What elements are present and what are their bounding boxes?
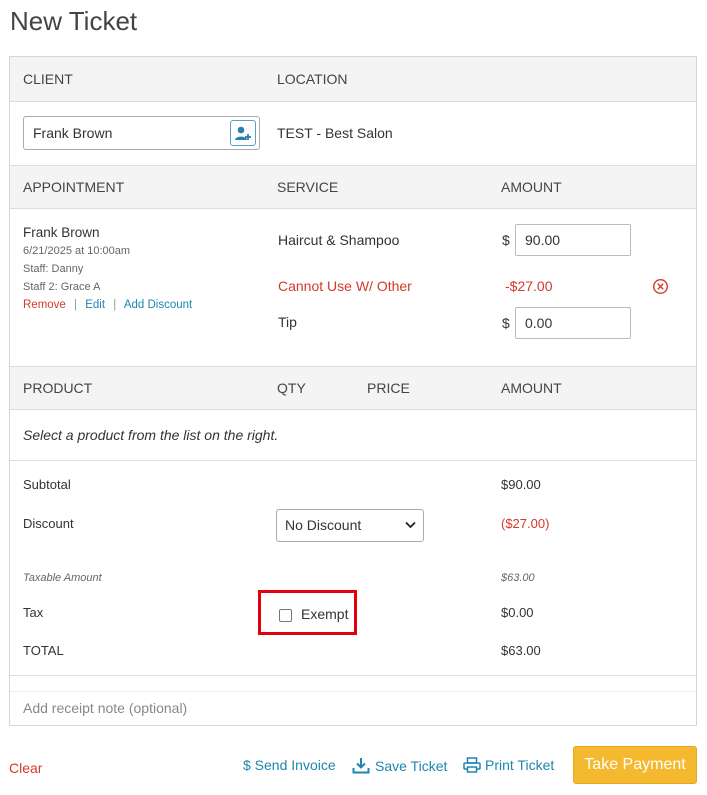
ticket-card: CLIENT LOCATION Frank Brown TEST - Best … bbox=[9, 56, 697, 726]
product-header-row: PRODUCT QTY PRICE AMOUNT bbox=[10, 366, 696, 410]
appointment-datetime: 6/21/2025 at 10:00am bbox=[23, 245, 131, 257]
clear-link[interactable]: Clear bbox=[9, 760, 42, 776]
price-header: PRICE bbox=[367, 380, 410, 396]
taxable-amount-label: Taxable Amount bbox=[23, 572, 102, 584]
receipt-note-input[interactable]: Add receipt note (optional) bbox=[23, 700, 187, 716]
service-name: Haircut & Shampoo bbox=[278, 232, 400, 248]
subtotal-value: $90.00 bbox=[501, 477, 541, 492]
product-header: PRODUCT bbox=[23, 380, 93, 396]
tip-label: Tip bbox=[278, 314, 297, 330]
page-title: New Ticket bbox=[10, 6, 138, 36]
service-currency: $ bbox=[502, 232, 510, 248]
remove-link[interactable]: Remove bbox=[23, 299, 66, 311]
printer-icon bbox=[463, 757, 481, 773]
appointment-staff2: Staff 2: Grace A bbox=[23, 281, 101, 293]
product-empty-message: Select a product from the list on the ri… bbox=[23, 427, 279, 443]
tip-currency: $ bbox=[502, 315, 510, 331]
send-invoice-link[interactable]: $ Send Invoice bbox=[243, 757, 336, 773]
divider bbox=[10, 460, 696, 461]
save-ticket-label: Save Ticket bbox=[375, 757, 448, 774]
divider bbox=[10, 675, 696, 676]
tax-exempt-checkbox[interactable] bbox=[279, 609, 292, 622]
tip-amount-input[interactable]: 0.00 bbox=[515, 307, 631, 339]
client-header-row: CLIENT LOCATION bbox=[10, 57, 696, 102]
appointment-staff: Staff: Danny bbox=[23, 263, 84, 275]
discount-name: Cannot Use W/ Other bbox=[278, 278, 412, 294]
total-label: TOTAL bbox=[23, 643, 64, 658]
subtotal-label: Subtotal bbox=[23, 477, 71, 492]
client-field[interactable]: Frank Brown bbox=[23, 116, 260, 150]
print-ticket-label: Print Ticket bbox=[485, 757, 555, 773]
divider bbox=[10, 691, 696, 692]
total-value: $63.00 bbox=[501, 643, 541, 658]
service-header: SERVICE bbox=[277, 179, 339, 195]
qty-header: QTY bbox=[277, 380, 306, 396]
product-amount-header: AMOUNT bbox=[501, 380, 562, 396]
tax-exempt-label: Exempt bbox=[301, 606, 349, 622]
discount-amount: -$27.00 bbox=[505, 278, 553, 294]
tax-value: $0.00 bbox=[501, 605, 534, 620]
appointment-client-name: Frank Brown bbox=[23, 225, 100, 240]
service-amount-input[interactable]: 90.00 bbox=[515, 224, 631, 256]
client-header: CLIENT bbox=[23, 71, 73, 87]
remove-discount-icon[interactable] bbox=[652, 278, 669, 295]
appointment-actions: Remove | Edit | Add Discount bbox=[23, 299, 192, 311]
save-ticket-link[interactable]: Save Ticket bbox=[352, 757, 447, 774]
add-user-icon bbox=[235, 126, 251, 140]
client-name: Frank Brown bbox=[33, 125, 113, 141]
action-separator: | bbox=[74, 299, 78, 311]
download-icon bbox=[352, 758, 370, 774]
appointment-header: APPOINTMENT bbox=[23, 179, 125, 195]
taxable-amount-value: $63.00 bbox=[501, 572, 535, 584]
edit-link[interactable]: Edit bbox=[85, 299, 105, 311]
location-header: LOCATION bbox=[277, 71, 348, 87]
print-ticket-link[interactable]: Print Ticket bbox=[463, 757, 554, 773]
action-separator: | bbox=[113, 299, 117, 311]
tax-label: Tax bbox=[23, 605, 44, 620]
take-payment-button[interactable]: Take Payment bbox=[573, 746, 697, 784]
add-client-button[interactable] bbox=[230, 120, 256, 146]
discount-label: Discount bbox=[23, 516, 74, 531]
appointment-header-row: APPOINTMENT SERVICE AMOUNT bbox=[10, 165, 696, 209]
add-discount-link[interactable]: Add Discount bbox=[124, 299, 192, 311]
discount-total-value: ($27.00) bbox=[501, 516, 550, 531]
location-name: TEST - Best Salon bbox=[277, 125, 393, 141]
discount-select[interactable]: No Discount bbox=[276, 509, 424, 542]
chevron-down-icon bbox=[405, 521, 416, 529]
tax-exempt-highlight: Exempt bbox=[258, 590, 357, 635]
discount-select-value: No Discount bbox=[285, 517, 362, 533]
amount-header: AMOUNT bbox=[501, 179, 562, 195]
